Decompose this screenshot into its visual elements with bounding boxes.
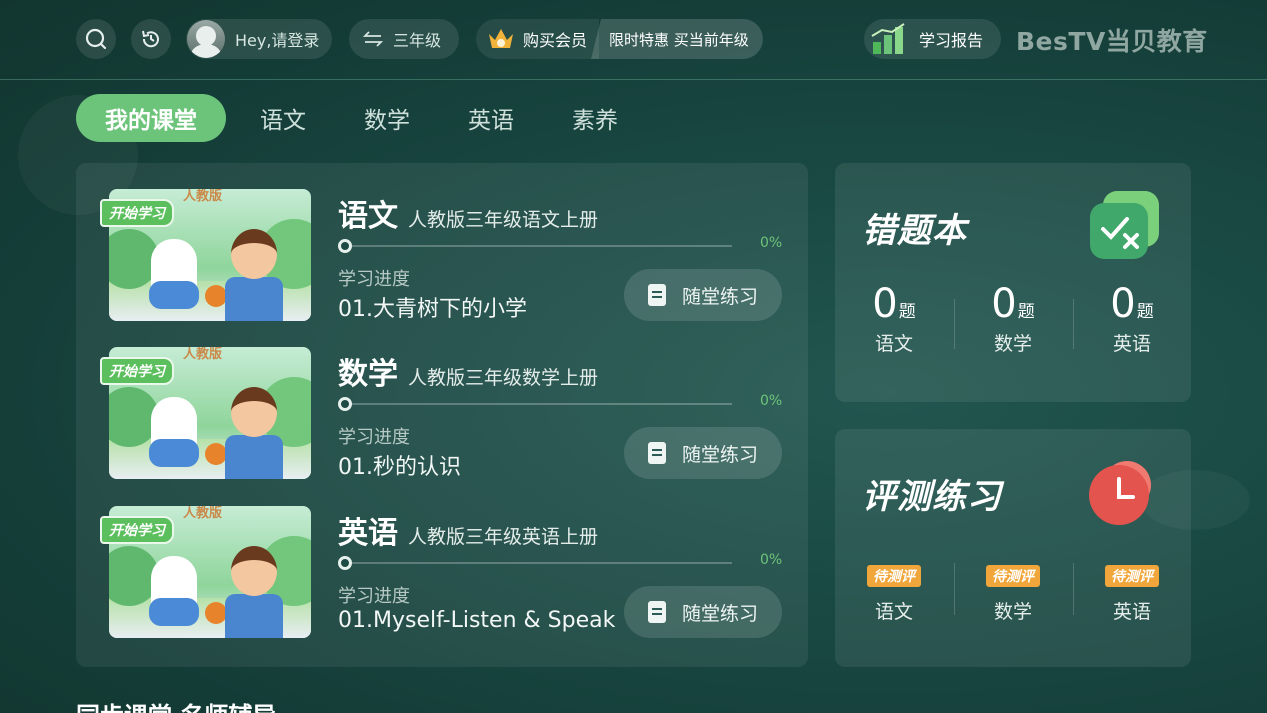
top-bar: Hey,请登录 三年级 购买会员 限时特惠 买当前年级 学习报告 BesTV当贝… bbox=[0, 0, 1267, 80]
tab-english[interactable]: 英语 bbox=[444, 94, 538, 142]
assessment-subject: 语文 bbox=[874, 601, 913, 623]
vip-promo-section: 限时特惠 买当前年级 bbox=[591, 19, 763, 59]
mistake-book-title: 错题本 bbox=[862, 211, 967, 251]
course-card-english: 人教版 开始学习 英语 人教版三年级英语上册 0% 学习进度 01.Myself… bbox=[76, 480, 808, 638]
assessment-item-chinese[interactable]: 待测评 语文 bbox=[835, 565, 953, 624]
practice-label: 随堂练习 bbox=[681, 602, 758, 625]
practice-label: 随堂练习 bbox=[681, 285, 758, 308]
course-book: 人教版三年级语文上册 bbox=[408, 209, 599, 231]
current-lesson: 01.大青树下的小学 bbox=[338, 297, 527, 322]
mistake-count: 0 bbox=[1110, 281, 1136, 327]
check-cross-icon bbox=[1090, 191, 1159, 259]
crown-icon bbox=[489, 29, 513, 48]
grade-switch-button[interactable]: 三年级 bbox=[349, 19, 459, 59]
start-learning-badge[interactable]: 开始学习 bbox=[100, 516, 174, 544]
assessment-item-english[interactable]: 待测评 英语 bbox=[1073, 565, 1191, 624]
section-title: 同步课堂 名师辅导 bbox=[76, 696, 276, 713]
progress-bar bbox=[342, 245, 732, 247]
assessment-subject: 数学 bbox=[993, 601, 1032, 623]
course-book: 人教版三年级数学上册 bbox=[408, 367, 599, 389]
login-button[interactable]: Hey,请登录 bbox=[186, 19, 332, 59]
assessment-card[interactable]: 评测练习 待测评 语文 待测评 数学 待测评 英语 bbox=[835, 429, 1191, 667]
mistake-subject: 语文 bbox=[874, 333, 913, 355]
progress-knob bbox=[338, 556, 352, 570]
document-icon bbox=[647, 284, 666, 306]
report-label: 学习报告 bbox=[919, 31, 984, 50]
pending-badge: 待测评 bbox=[986, 565, 1040, 587]
mistake-subject: 数学 bbox=[993, 333, 1032, 355]
avatar bbox=[187, 20, 225, 58]
report-button[interactable]: 学习报告 bbox=[864, 19, 1001, 59]
history-icon bbox=[142, 30, 159, 48]
vip-promo: 限时特惠 买当前年级 bbox=[609, 30, 749, 49]
course-card-math: 人教版 开始学习 数学 人教版三年级数学上册 0% 学习进度 01.秒的认识 随… bbox=[76, 321, 808, 480]
tab-math[interactable]: 数学 bbox=[340, 94, 434, 142]
mistake-stat-english: 0题 英语 bbox=[1073, 281, 1191, 356]
press-label: 人教版 bbox=[183, 189, 223, 204]
course-subject: 数学 bbox=[338, 357, 398, 392]
course-title: 数学 人教版三年级数学上册 bbox=[338, 349, 598, 393]
progress-label: 学习进度 bbox=[338, 586, 410, 607]
course-subject: 英语 bbox=[338, 516, 398, 551]
history-button[interactable] bbox=[131, 19, 171, 59]
assessment-item-math[interactable]: 待测评 数学 bbox=[954, 565, 1072, 624]
progress-label: 学习进度 bbox=[338, 427, 410, 448]
grade-label: 三年级 bbox=[393, 31, 442, 50]
practice-button[interactable]: 随堂练习 bbox=[624, 427, 782, 479]
progress-bar bbox=[342, 403, 732, 405]
course-subject: 语文 bbox=[338, 199, 398, 234]
mistake-unit: 题 bbox=[1136, 302, 1154, 322]
tab-literacy[interactable]: 素养 bbox=[548, 94, 642, 142]
mistake-stat-chinese: 0题 语文 bbox=[835, 281, 953, 356]
practice-label: 随堂练习 bbox=[681, 443, 758, 466]
current-lesson: 01.秒的认识 bbox=[338, 455, 461, 480]
search-icon bbox=[85, 28, 107, 50]
mistake-stat-math: 0题 数学 bbox=[954, 281, 1072, 356]
progress-knob bbox=[338, 239, 352, 253]
switch-icon bbox=[363, 31, 383, 47]
start-learning-badge[interactable]: 开始学习 bbox=[100, 357, 174, 385]
progress-knob bbox=[338, 397, 352, 411]
press-label: 人教版 bbox=[183, 347, 223, 362]
progress-label: 学习进度 bbox=[338, 269, 410, 290]
progress-percent: 0% bbox=[760, 235, 783, 251]
practice-button[interactable]: 随堂练习 bbox=[624, 269, 782, 321]
progress-percent: 0% bbox=[760, 552, 783, 568]
press-label: 人教版 bbox=[183, 506, 223, 521]
course-title: 语文 人教版三年级语文上册 bbox=[338, 191, 598, 235]
course-title: 英语 人教版三年级英语上册 bbox=[338, 508, 598, 552]
login-label: Hey,请登录 bbox=[235, 31, 320, 50]
tab-chinese[interactable]: 语文 bbox=[236, 94, 330, 142]
clock-icon bbox=[1089, 461, 1151, 525]
progress-bar bbox=[342, 562, 732, 564]
tab-my-class[interactable]: 我的课堂 bbox=[76, 94, 226, 142]
current-lesson: 01.Myself-Listen & Speak bbox=[338, 608, 616, 633]
pending-badge: 待测评 bbox=[1105, 565, 1159, 587]
subject-tabs: 我的课堂 语文 数学 英语 素养 bbox=[76, 94, 652, 142]
vip-section: 购买会员 bbox=[476, 19, 600, 59]
pending-badge: 待测评 bbox=[867, 565, 921, 587]
report-chart-icon bbox=[871, 23, 905, 54]
course-panel: 人教版 开始学习 语文 人教版三年级语文上册 0% 学习进度 01.大青树下的小… bbox=[76, 163, 808, 667]
mistake-book-card[interactable]: 错题本 0题 语文 0题 数学 0题 英语 bbox=[835, 163, 1191, 402]
practice-button[interactable]: 随堂练习 bbox=[624, 586, 782, 638]
search-button[interactable] bbox=[76, 19, 116, 59]
course-book: 人教版三年级英语上册 bbox=[408, 526, 599, 548]
progress-percent: 0% bbox=[760, 393, 783, 409]
start-learning-badge[interactable]: 开始学习 bbox=[100, 199, 174, 227]
assessment-title: 评测练习 bbox=[862, 477, 1002, 517]
mistake-unit: 题 bbox=[1017, 302, 1035, 322]
mistake-count: 0 bbox=[991, 281, 1017, 327]
assessment-subject: 英语 bbox=[1112, 601, 1151, 623]
brand-logo: BesTV当贝教育 bbox=[1016, 27, 1208, 56]
course-card-chinese: 人教版 开始学习 语文 人教版三年级语文上册 0% 学习进度 01.大青树下的小… bbox=[76, 163, 808, 322]
document-icon bbox=[647, 442, 666, 464]
mistake-subject: 英语 bbox=[1112, 333, 1151, 355]
vip-button[interactable]: 购买会员 限时特惠 买当前年级 bbox=[476, 19, 763, 59]
vip-label: 购买会员 bbox=[523, 31, 588, 50]
mistake-count: 0 bbox=[872, 281, 898, 327]
document-icon bbox=[647, 601, 666, 623]
mistake-unit: 题 bbox=[898, 302, 916, 322]
